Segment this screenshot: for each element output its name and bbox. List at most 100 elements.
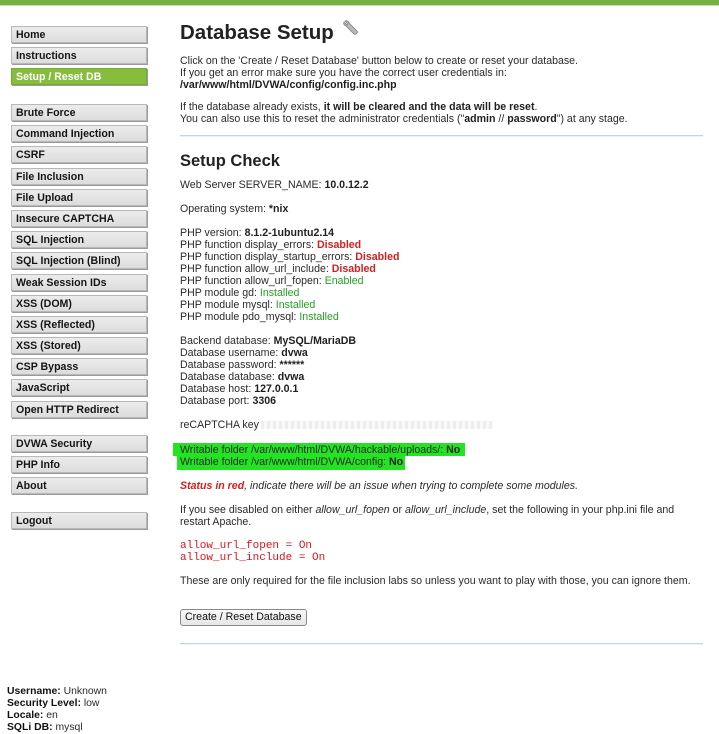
server-name-label: Web Server SERVER_NAME: — [180, 179, 325, 191]
sidebar-item-sql-injection[interactable]: SQL Injection — [11, 231, 147, 249]
db-password-value: ****** — [279, 359, 305, 371]
security-level-label: Security Level: — [7, 698, 81, 709]
disabled-note: If you see disabled on either allow_url_… — [180, 504, 703, 528]
db-host-label: Database host: — [180, 383, 255, 395]
display-errors-row: PHP function display_errors: Disabled — [180, 239, 703, 251]
db-port-row: Database port: 3306 — [180, 395, 703, 407]
gd-status: Installed — [259, 287, 300, 299]
sidebar-item-insecure-captcha[interactable]: Insecure CAPTCHA — [11, 209, 147, 227]
sidebar-group-logout: Logout — [11, 512, 147, 533]
php-version-label: PHP version: — [180, 227, 245, 239]
sidebar-item-php-info[interactable]: PHP Info — [11, 456, 147, 474]
display-errors-status: Disabled — [317, 239, 362, 251]
writable-config-row: Writable folder /var/www/html/DVWA/confi… — [177, 456, 406, 470]
pdo-mysql-status: Installed — [299, 311, 339, 323]
sidebar-item-brute-force[interactable]: Brute Force — [11, 104, 147, 121]
code-line-2: allow_url_include = On — [180, 552, 326, 564]
gd-row: PHP module gd: Installed — [180, 287, 703, 299]
sidebar-group-vulnerabilities: Brute Force Command Injection CSRF File … — [11, 104, 147, 422]
intro-line-1: Click on the 'Create / Reset Database' b… — [180, 55, 579, 67]
intro-line-4-text: You can also use this to reset the admin… — [180, 113, 465, 125]
intro-line-2-text: If you get an error make sure you have t… — [180, 67, 507, 79]
session-info: Username: Unknown Security Level: low Lo… — [7, 686, 107, 734]
sidebar-item-javascript[interactable]: JavaScript — [11, 379, 147, 397]
bottom-divider — [180, 643, 703, 645]
sidebar-item-xss-reflected[interactable]: XSS (Reflected) — [11, 315, 147, 333]
code-block: allow_url_fopen = On allow_url_include =… — [180, 540, 703, 564]
recaptcha-row: reCAPTCHA key — [180, 419, 703, 431]
db-username-label: Database username: — [180, 347, 282, 359]
backend-db-label: Backend database: — [180, 335, 274, 347]
sidebar-item-xss-dom[interactable]: XSS (DOM) — [11, 294, 147, 312]
server-name-value: 10.0.12.2 — [324, 179, 369, 191]
writable-uploads-status: No — [446, 444, 461, 456]
disabled-note-text: If you see disabled on either — [180, 504, 316, 516]
display-startup-status: Disabled — [355, 251, 400, 263]
config-path: /var/www/html/DVWA/config/config.inc.php — [180, 79, 397, 91]
allow-url-include-term: allow_url_include — [404, 504, 487, 516]
php-version-row: PHP version: 8.1.2-1ubuntu2.14 — [180, 227, 703, 239]
pdo-mysql-label: PHP module pdo_mysql: — [180, 311, 300, 323]
db-username-row: Database username: dvwa — [180, 347, 703, 359]
db-host-row: Database host: 127.0.0.1 — [180, 383, 703, 395]
intro-line-3-end: . — [534, 101, 538, 113]
sidebar-item-sql-injection-blind[interactable]: SQL Injection (Blind) — [11, 252, 147, 270]
status-note-text: , indicate there will be an issue when t… — [244, 480, 579, 492]
backend-db-value: MySQL/MariaDB — [273, 335, 357, 347]
server-name-row: Web Server SERVER_NAME: 10.0.12.2 — [180, 179, 703, 191]
intro-line-2: If you get an error make sure you have t… — [180, 67, 703, 91]
wrench-icon — [342, 18, 360, 44]
display-startup-label: PHP function display_startup_errors: — [180, 251, 356, 263]
top-divider — [0, 5, 719, 6]
status-red-label: Status in red — [180, 480, 245, 492]
allow-url-fopen-row: PHP function allow_url_fopen: Enabled — [180, 275, 703, 287]
intro-line-4: You can also use this to reset the admin… — [180, 113, 703, 125]
allow-url-include-row: PHP function allow_url_include: Disabled — [180, 263, 703, 275]
os-row: Operating system: *nix — [180, 203, 703, 215]
credential-separator: // — [495, 113, 508, 125]
allow-url-fopen-status: Enabled — [324, 275, 364, 287]
recaptcha-redacted — [260, 421, 493, 429]
sidebar-item-instructions[interactable]: Instructions — [11, 47, 147, 65]
sidebar-item-setup[interactable]: Setup / Reset DB — [11, 68, 147, 86]
writable-config-label: Writable folder /var/www/html/DVWA/confi… — [180, 456, 389, 468]
file-inclusion-note: These are only required for the file inc… — [180, 575, 691, 587]
sidebar-item-command-injection[interactable]: Command Injection — [11, 125, 147, 143]
allow-url-fopen-label: PHP function allow_url_fopen: — [180, 275, 325, 287]
username-value: Unknown — [63, 686, 107, 697]
db-database-label: Database database: — [180, 371, 278, 383]
recaptcha-label: reCAPTCHA key — [180, 419, 259, 431]
sidebar-item-logout[interactable]: Logout — [11, 512, 147, 529]
password-credential: password — [507, 113, 557, 125]
os-value: *nix — [268, 203, 289, 215]
or-text: or — [389, 504, 405, 516]
sidebar-item-csp-bypass[interactable]: CSP Bypass — [11, 358, 147, 376]
sidebar-item-file-inclusion[interactable]: File Inclusion — [11, 167, 147, 185]
admin-credential: admin — [464, 113, 496, 125]
create-reset-database-button[interactable]: Create / Reset Database — [180, 609, 307, 626]
intro-line-3-text: If the database already exists, — [180, 101, 324, 113]
setup-check-heading: Setup Check — [180, 152, 280, 170]
page-title-text: Database Setup — [180, 21, 334, 44]
db-password-row: Database password: ****** — [180, 359, 703, 371]
mysql-status: Installed — [275, 299, 316, 311]
sidebar-item-file-upload[interactable]: File Upload — [11, 188, 147, 206]
db-port-value: 3306 — [252, 395, 277, 407]
os-label: Operating system: — [180, 203, 269, 215]
db-database-value: dvwa — [277, 371, 305, 383]
status-note: Status in red, indicate there will be an… — [180, 480, 703, 492]
db-username-value: dvwa — [281, 347, 308, 359]
intro-line-3-bold: it will be cleared and the data will be … — [323, 101, 535, 113]
sidebar-item-home[interactable]: Home — [11, 26, 147, 43]
sidebar-item-about[interactable]: About — [11, 477, 147, 495]
sqli-db-value: mysql — [55, 722, 83, 733]
sidebar-item-dvwa-security[interactable]: DVWA Security — [11, 435, 147, 452]
writable-uploads-row: Writable folder /var/www/html/DVWA/hacka… — [173, 443, 466, 456]
sidebar-item-open-http-redirect[interactable]: Open HTTP Redirect — [11, 400, 147, 418]
code-line-1: allow_url_fopen = On — [180, 540, 313, 552]
display-startup-row: PHP function display_startup_errors: Dis… — [180, 251, 703, 263]
mysql-row: PHP module mysql: Installed — [180, 299, 703, 311]
sidebar-item-csrf[interactable]: CSRF — [11, 146, 147, 164]
sidebar-item-weak-session-ids[interactable]: Weak Session IDs — [11, 273, 147, 291]
sidebar-item-xss-stored[interactable]: XSS (Stored) — [11, 337, 147, 355]
